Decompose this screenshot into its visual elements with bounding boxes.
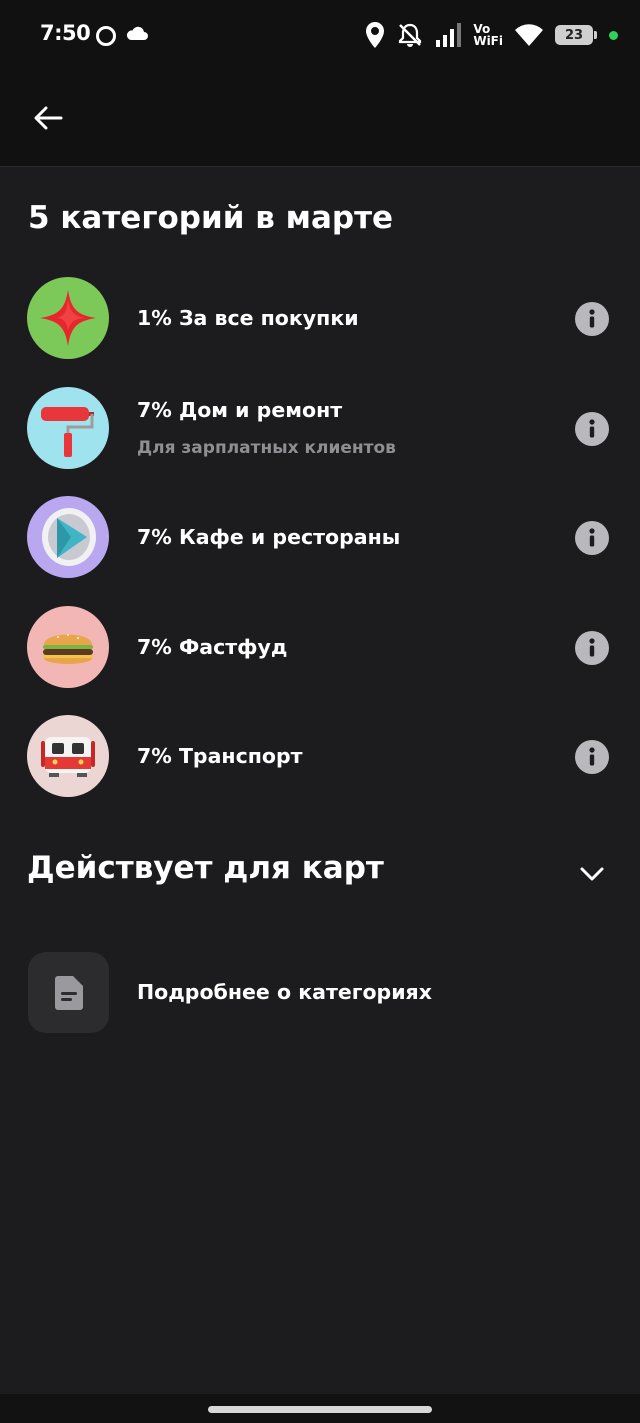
category-icon-bg xyxy=(27,605,109,688)
document-icon xyxy=(54,975,83,1010)
location-icon xyxy=(366,22,385,48)
category-label: 7% Кафе и рестораны xyxy=(137,525,401,549)
category-icon-bg xyxy=(27,715,109,797)
charging-dot-icon xyxy=(609,30,618,40)
category-subtitle: Для зарплатных клиентов xyxy=(137,437,396,458)
tram-icon xyxy=(41,737,95,777)
back-button[interactable] xyxy=(28,98,68,138)
chevron-down-icon xyxy=(580,867,604,881)
cards-section-title: Действует для карт xyxy=(27,850,384,886)
arrow-left-icon xyxy=(34,106,63,130)
home-indicator[interactable] xyxy=(208,1406,432,1413)
category-label: 7% Транспорт xyxy=(137,744,303,768)
info-button[interactable] xyxy=(575,411,609,446)
info-icon xyxy=(589,309,595,328)
category-icon-bg xyxy=(27,386,109,469)
category-item-transport[interactable]: 7% Транспорт xyxy=(0,714,640,824)
wifi-icon xyxy=(515,24,543,46)
top-app-bar xyxy=(0,70,640,167)
category-item-home-repair[interactable]: 7% Дом и ремонт Для зарплатных клиентов xyxy=(0,386,640,496)
play-triangle-icon xyxy=(42,508,96,566)
category-item-cafes-restaurants[interactable]: 7% Кафе и рестораны xyxy=(0,495,640,605)
details-link[interactable]: Подробнее о категориях xyxy=(0,952,640,1034)
category-list: 1% За все покупки 7% Дом и ремонт Для за… xyxy=(0,276,640,824)
category-label: 7% Дом и ремонт xyxy=(137,397,343,422)
info-button[interactable] xyxy=(575,302,609,336)
system-nav-bar xyxy=(0,1394,640,1423)
info-icon xyxy=(589,418,595,437)
info-button[interactable] xyxy=(575,740,609,774)
mute-icon xyxy=(399,23,422,47)
cards-section-toggle[interactable]: Действует для карт xyxy=(0,836,640,906)
document-icon-bg xyxy=(28,952,109,1033)
sparkle-star-icon xyxy=(40,290,96,346)
category-item-fastfood[interactable]: 7% Фастфуд xyxy=(0,605,640,715)
category-item-all-purchases[interactable]: 1% За все покупки xyxy=(0,276,640,386)
category-label: 7% Фастфуд xyxy=(137,634,288,659)
info-button[interactable] xyxy=(575,630,609,665)
battery-level: 23 xyxy=(564,27,584,43)
category-icon-bg xyxy=(27,277,109,359)
info-icon xyxy=(589,528,595,547)
vowifi-label: Vo WiFi xyxy=(473,22,503,48)
status-time: 7:50 xyxy=(40,21,91,45)
record-icon xyxy=(96,26,116,46)
signal-icon xyxy=(436,23,462,47)
battery-icon: 23 xyxy=(555,25,597,45)
category-icon-bg xyxy=(27,496,109,578)
cloud-icon xyxy=(126,26,148,40)
burger-icon xyxy=(43,633,93,664)
status-bar: 7:50 Vo WiFi 23 xyxy=(0,0,640,70)
paint-roller-icon xyxy=(41,406,94,457)
info-button[interactable] xyxy=(575,521,609,555)
page-title: 5 категорий в марте xyxy=(28,200,394,236)
info-icon xyxy=(589,747,595,766)
status-icons: Vo WiFi 23 xyxy=(365,20,618,50)
category-label: 1% За все покупки xyxy=(137,306,359,330)
details-label: Подробнее о категориях xyxy=(137,980,432,1004)
info-icon xyxy=(589,637,595,656)
